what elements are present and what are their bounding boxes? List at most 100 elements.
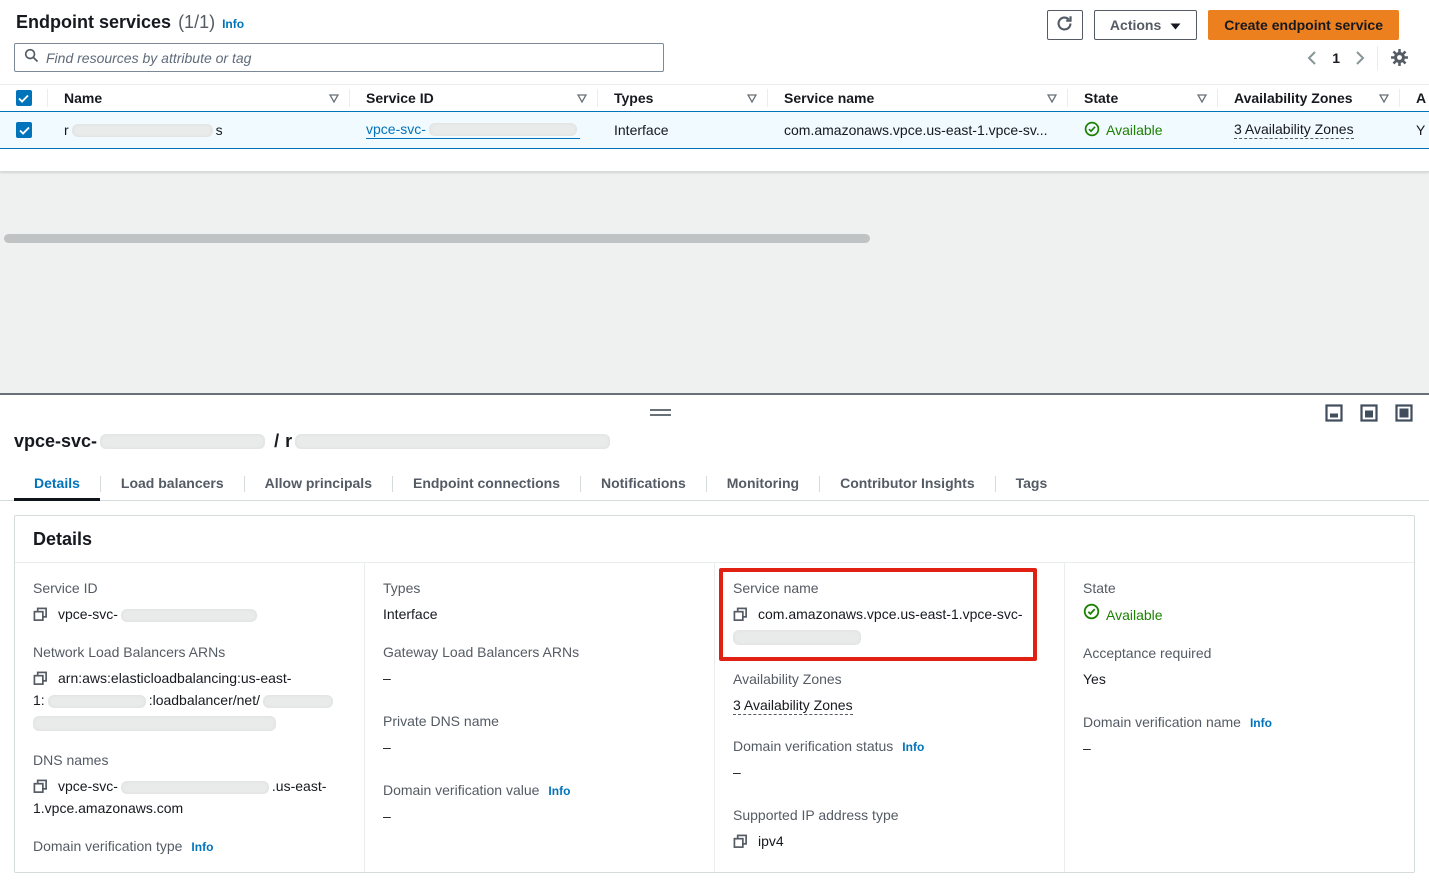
column-header-availability-zones[interactable]: Availability Zones [1218,89,1400,107]
split-panel-layout-controls [1325,404,1413,422]
select-all-checkbox[interactable] [16,90,32,106]
info-link[interactable]: Info [191,840,213,854]
column-header-state[interactable]: State [1068,89,1218,107]
availability-zones-link[interactable]: 3 Availability Zones [733,697,853,715]
redacted-text [733,630,861,645]
cell-state: Available [1068,121,1218,140]
field-service-id: Service ID vpce-svc- [33,580,346,625]
split-panel: vpce-svc- / r Details Load balancers All… [0,393,1429,886]
details-card: Details Service ID vpce-svc- Network Loa… [14,515,1415,873]
tab-load-balancers[interactable]: Load balancers [101,468,244,500]
field-domain-verification-type: Domain verification type Info – [33,838,346,872]
tab-allow-principals[interactable]: Allow principals [245,468,392,500]
sort-icon [329,90,339,106]
cell-availability-zones: 3 Availability Zones [1218,121,1400,139]
field-supported-ip-address-type: Supported IP address type ipv4 [733,807,1046,852]
field-state: State Available [1083,580,1396,626]
redacted-text [263,695,333,708]
redacted-text [121,609,257,622]
search-input[interactable] [46,50,654,66]
panel-size-medium-icon[interactable] [1360,404,1378,422]
tab-notifications[interactable]: Notifications [581,468,706,500]
redacted-text [121,781,269,794]
field-types: Types Interface [383,580,696,625]
tab-details[interactable]: Details [14,468,100,500]
pagination: 1 [1307,46,1429,70]
tab-monitoring[interactable]: Monitoring [707,468,819,500]
info-link[interactable]: Info [548,784,570,798]
redacted-text [429,123,577,136]
details-column-2: Types Interface Gateway Load Balancers A… [365,563,715,872]
column-header-types[interactable]: Types [598,89,768,107]
field-dns-names: DNS names vpce-svc-.us-east- 1.vpce.amaz… [33,752,346,819]
detail-tabs: Details Load balancers Allow principals … [0,468,1429,501]
copy-icon[interactable] [33,607,48,622]
tab-tags[interactable]: Tags [996,468,1068,500]
page-title-group: Endpoint services (1/1) Info [16,10,244,33]
details-column-4: State Available Acceptance required Yes [1065,563,1414,872]
redacted-text [72,124,213,137]
sort-icon [1379,90,1389,106]
service-id-link[interactable]: vpce-svc- [366,121,580,139]
field-network-load-balancers-arns: Network Load Balancers ARNs arn:aws:elas… [33,644,346,733]
cell-service-id: vpce-svc- [350,121,598,139]
tab-endpoint-connections[interactable]: Endpoint connections [393,468,580,500]
redacted-text [295,434,610,449]
sort-icon [1197,90,1207,106]
split-panel-drag-handle[interactable] [650,409,671,419]
row-checkbox[interactable] [16,122,32,138]
status-available-icon [1084,121,1100,140]
status-available-icon [1083,603,1100,626]
column-header-name[interactable]: Name [48,89,350,107]
column-header-acceptance-cutoff[interactable]: A [1400,89,1429,107]
field-domain-verification-status: Domain verification status Info – [733,738,1046,783]
copy-icon[interactable] [33,779,48,794]
endpoint-services-table: Name Service ID Types Service name State… [0,84,1429,149]
copy-icon[interactable] [33,671,48,686]
copy-icon[interactable] [733,834,748,849]
field-availability-zones: Availability Zones 3 Availability Zones [733,671,1046,716]
actions-button-label: Actions [1110,17,1161,33]
refresh-button[interactable] [1047,10,1083,40]
resource-count: (1/1) [178,12,215,33]
field-gateway-load-balancers-arns: Gateway Load Balancers ARNs – [383,644,696,689]
tab-contributor-insights[interactable]: Contributor Insights [820,468,995,500]
cell-service-name: com.amazonaws.vpce.us-east-1.vpce-sv... [768,122,1068,138]
panel-size-large-icon[interactable] [1395,404,1413,422]
cell-types: Interface [598,122,768,138]
sort-icon [577,90,587,106]
create-endpoint-service-button[interactable]: Create endpoint service [1208,10,1399,40]
table-settings-gear-icon[interactable] [1390,48,1409,67]
split-panel-title: vpce-svc- / r [14,431,613,452]
caret-down-icon [1170,17,1181,33]
field-service-name: Service name com.amazonaws.vpce.us-east-… [733,580,1025,647]
field-private-dns-name: Private DNS name – [383,713,696,758]
previous-page-icon[interactable] [1307,51,1316,65]
next-page-icon[interactable] [1356,51,1365,65]
redacted-text [48,695,146,708]
page-header: Endpoint services (1/1) Info Actions Cre… [0,0,1429,40]
availability-zones-link[interactable]: 3 Availability Zones [1234,121,1354,139]
details-column-1: Service ID vpce-svc- Network Load Balanc… [15,563,365,872]
table-row[interactable]: rs vpce-svc- Interface com.amazonaws.vpc… [0,111,1429,149]
sort-icon [747,90,757,106]
horizontal-scrollbar [0,234,1429,244]
column-header-service-name[interactable]: Service name [768,89,1068,107]
panel-size-small-icon[interactable] [1325,404,1343,422]
refresh-icon [1056,15,1073,35]
pagination-divider [1377,46,1378,70]
info-link[interactable]: Info [902,740,924,754]
page-number[interactable]: 1 [1328,50,1344,66]
field-acceptance-required: Acceptance required Yes [1083,645,1396,690]
info-link[interactable]: Info [1250,716,1272,730]
search-box [14,43,664,72]
actions-button[interactable]: Actions [1094,10,1197,40]
column-header-service-id[interactable]: Service ID [350,89,598,107]
header-info-link[interactable]: Info [222,17,244,31]
details-card-heading: Details [15,516,1414,563]
copy-icon[interactable] [733,607,748,622]
redacted-text [100,434,265,449]
field-domain-verification-name: Domain verification name Info – [1083,714,1396,759]
table-header-row: Name Service ID Types Service name State… [0,84,1429,111]
horizontal-scrollbar-thumb[interactable] [4,234,870,243]
